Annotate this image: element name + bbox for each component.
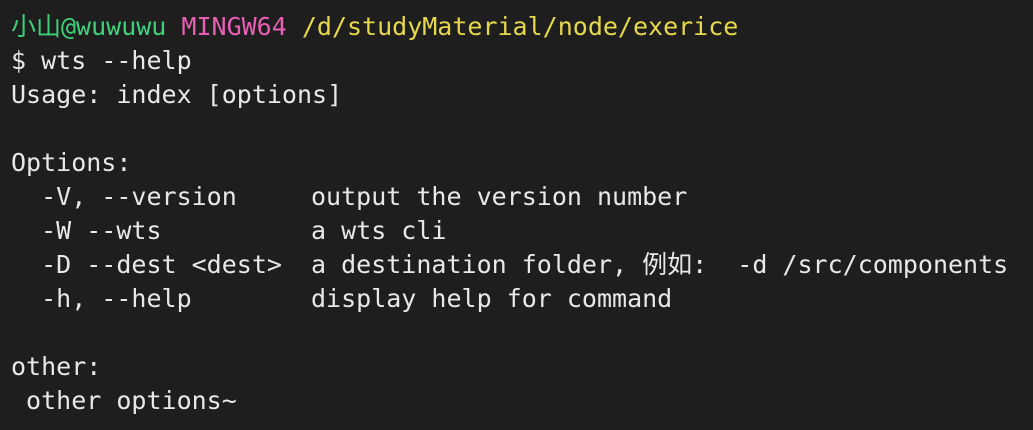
terminal-window[interactable]: 小山@wuwuwu MINGW64 /d/studyMaterial/node/… <box>0 0 1033 430</box>
prompt-user-host: 小山@wuwuwu <box>11 12 167 41</box>
command-line: $ wts --help <box>11 44 1033 78</box>
prompt-shell: MINGW64 <box>181 12 287 41</box>
other-header: other: <box>11 352 102 381</box>
prompt-symbol: $ <box>11 46 27 75</box>
prompt-line: 小山@wuwuwu MINGW64 /d/studyMaterial/node/… <box>11 10 1033 44</box>
option-desc: display help for command <box>311 284 673 313</box>
usage-line: Usage: index [options] <box>11 80 343 109</box>
options-header: Options: <box>11 148 132 177</box>
option-flag: -D --dest <dest> <box>11 250 282 279</box>
option-help: -h, --help display help for command <box>11 282 1033 316</box>
other-text: other options~ <box>11 386 237 415</box>
option-flag: -W --wts <box>11 216 162 245</box>
option-flag: -V, --version <box>11 182 237 211</box>
option-desc: a destination folder, 例如: -d /src/compon… <box>311 250 1009 279</box>
option-desc: output the version number <box>311 182 688 211</box>
prompt-path: /d/studyMaterial/node/exerice <box>301 12 739 41</box>
command-text: wts --help <box>41 46 192 75</box>
option-desc: a wts cli <box>311 216 447 245</box>
option-version: -V, --version output the version number <box>11 180 1033 214</box>
option-wts: -W --wts a wts cli <box>11 214 1033 248</box>
option-flag: -h, --help <box>11 284 192 313</box>
option-dest: -D --dest <dest> a destination folder, 例如… <box>11 248 1033 282</box>
